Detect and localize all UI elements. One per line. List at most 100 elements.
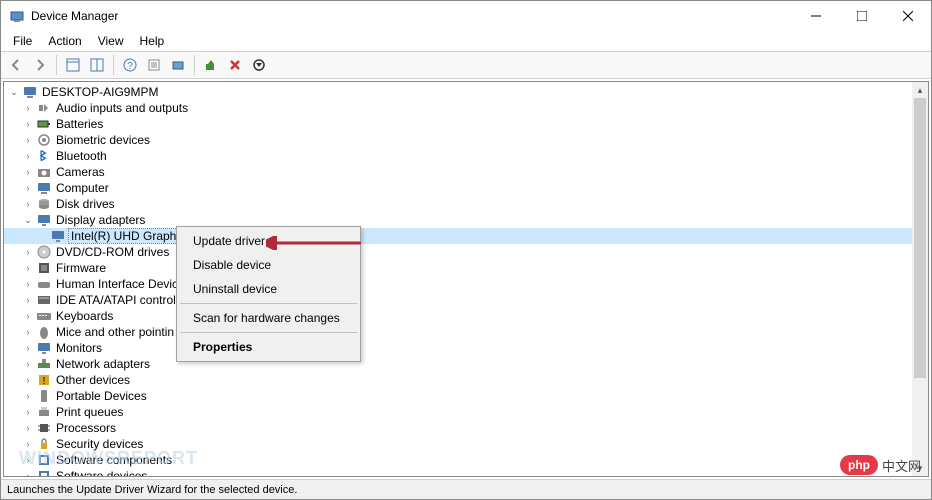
expand-icon[interactable]: ›: [22, 406, 34, 418]
tree-item[interactable]: ›Security devices: [4, 436, 928, 452]
toolbar: ?: [1, 51, 931, 79]
expand-icon[interactable]: ›: [22, 294, 34, 306]
tree-item[interactable]: ›Software devices: [4, 468, 928, 477]
expand-icon[interactable]: ›: [22, 358, 34, 370]
tree-item[interactable]: › DVD/CD-ROM drives: [4, 244, 928, 260]
collapse-icon[interactable]: ⌄: [8, 86, 20, 98]
tree-item[interactable]: › Software components: [4, 452, 928, 468]
tree-item-label: Monitors: [54, 341, 104, 355]
printer-icon: [36, 404, 52, 420]
context-menu-item[interactable]: Properties: [179, 335, 358, 359]
context-menu: Update driverDisable deviceUninstall dev…: [176, 226, 361, 362]
expand-icon[interactable]: ›: [22, 326, 34, 338]
toolbar-icon-2[interactable]: [86, 54, 108, 76]
tree-item[interactable]: › Firmware: [4, 260, 928, 276]
tree-item[interactable]: › Keyboards: [4, 308, 928, 324]
expand-icon[interactable]: ›: [22, 198, 34, 210]
expand-icon[interactable]: ›: [22, 182, 34, 194]
tree-item-label: Human Interface Devic: [54, 277, 180, 291]
update-driver-icon[interactable]: [200, 54, 222, 76]
tree-item[interactable]: › Network adapters: [4, 356, 928, 372]
status-text: Launches the Update Driver Wizard for th…: [7, 484, 297, 496]
other-icon: !: [36, 372, 52, 388]
device-tree[interactable]: ⌄ DESKTOP-AIG9MPM›Audio inputs and output…: [3, 81, 929, 477]
tree-item-label: Print queues: [54, 405, 125, 419]
context-menu-item[interactable]: Disable device: [179, 253, 358, 277]
tree-item-label: Network adapters: [54, 357, 152, 371]
computer-icon: [36, 180, 52, 196]
context-menu-item[interactable]: Scan for hardware changes: [179, 306, 358, 330]
tree-item[interactable]: › Monitors: [4, 340, 928, 356]
context-menu-separator: [180, 332, 357, 333]
tree-item-label: Software components: [54, 453, 174, 467]
scrollbar-thumb[interactable]: [914, 98, 926, 378]
disable-icon[interactable]: [248, 54, 270, 76]
tree-root[interactable]: ⌄ DESKTOP-AIG9MPM: [4, 84, 928, 100]
menu-file[interactable]: File: [5, 32, 40, 50]
minimize-button[interactable]: [793, 1, 839, 31]
expand-icon[interactable]: ›: [22, 454, 34, 466]
tree-item[interactable]: › Human Interface Devic: [4, 276, 928, 292]
expand-icon[interactable]: ›: [22, 422, 34, 434]
menu-view[interactable]: View: [90, 32, 132, 50]
tree-item-label: DVD/CD-ROM drives: [54, 245, 171, 259]
watermark-text: 中文网: [882, 456, 921, 475]
tree-item[interactable]: ›Cameras: [4, 164, 928, 180]
tree-item[interactable]: ›Portable Devices: [4, 388, 928, 404]
expand-icon[interactable]: ⌄: [22, 214, 34, 226]
vertical-scrollbar[interactable]: ▴ ▾: [912, 82, 928, 476]
uninstall-icon[interactable]: [224, 54, 246, 76]
back-button[interactable]: [5, 54, 27, 76]
expand-icon[interactable]: ›: [22, 262, 34, 274]
expand-icon[interactable]: ›: [22, 246, 34, 258]
tree-item[interactable]: ›Bluetooth: [4, 148, 928, 164]
tree-item[interactable]: › Print queues: [4, 404, 928, 420]
tree-item[interactable]: ›Batteries: [4, 116, 928, 132]
tree-item[interactable]: ›Biometric devices: [4, 132, 928, 148]
ide-icon: [36, 292, 52, 308]
expand-icon[interactable]: ›: [22, 134, 34, 146]
scroll-up-icon[interactable]: ▴: [912, 82, 928, 98]
toolbar-icon-1[interactable]: [62, 54, 84, 76]
statusbar: Launches the Update Driver Wizard for th…: [1, 479, 931, 499]
audio-icon: [36, 100, 52, 116]
expand-icon[interactable]: ›: [22, 310, 34, 322]
tree-item[interactable]: ⌄Display adapters: [4, 212, 928, 228]
tree-item[interactable]: ›!Other devices: [4, 372, 928, 388]
scan-icon[interactable]: [167, 54, 189, 76]
tree-root-label: DESKTOP-AIG9MPM: [40, 85, 160, 99]
menu-action[interactable]: Action: [40, 32, 89, 50]
tree-item[interactable]: ›Audio inputs and outputs: [4, 100, 928, 116]
context-menu-item[interactable]: Uninstall device: [179, 277, 358, 301]
monitor-icon: [36, 340, 52, 356]
expand-icon[interactable]: ›: [22, 374, 34, 386]
expand-icon[interactable]: ›: [22, 390, 34, 402]
help-icon[interactable]: ?: [119, 54, 141, 76]
menu-help[interactable]: Help: [132, 32, 173, 50]
tree-item[interactable]: ›Processors: [4, 420, 928, 436]
dvd-icon: [36, 244, 52, 260]
tree-item[interactable]: ›Mice and other pointin: [4, 324, 928, 340]
expand-icon[interactable]: ›: [22, 342, 34, 354]
properties-icon[interactable]: [143, 54, 165, 76]
expand-icon[interactable]: ›: [22, 166, 34, 178]
tree-item[interactable]: ›IDE ATA/ATAPI controlle: [4, 292, 928, 308]
processor-icon: [36, 420, 52, 436]
expand-icon[interactable]: ›: [22, 470, 34, 477]
display-icon: [36, 212, 52, 228]
expand-icon[interactable]: ›: [22, 278, 34, 290]
expand-icon[interactable]: ›: [22, 118, 34, 130]
tree-item-label: Firmware: [54, 261, 108, 275]
expand-icon[interactable]: ›: [22, 438, 34, 450]
tree-child-item[interactable]: Intel(R) UHD Graphics: [4, 228, 928, 244]
tree-item-label: Keyboards: [54, 309, 115, 323]
context-menu-item[interactable]: Update driver: [179, 229, 358, 253]
maximize-button[interactable]: [839, 1, 885, 31]
expand-icon[interactable]: ›: [22, 150, 34, 162]
forward-button[interactable]: [29, 54, 51, 76]
tree-item[interactable]: ›Computer: [4, 180, 928, 196]
expand-icon[interactable]: ›: [22, 102, 34, 114]
close-button[interactable]: [885, 1, 931, 31]
biometric-icon: [36, 132, 52, 148]
tree-item[interactable]: ›Disk drives: [4, 196, 928, 212]
